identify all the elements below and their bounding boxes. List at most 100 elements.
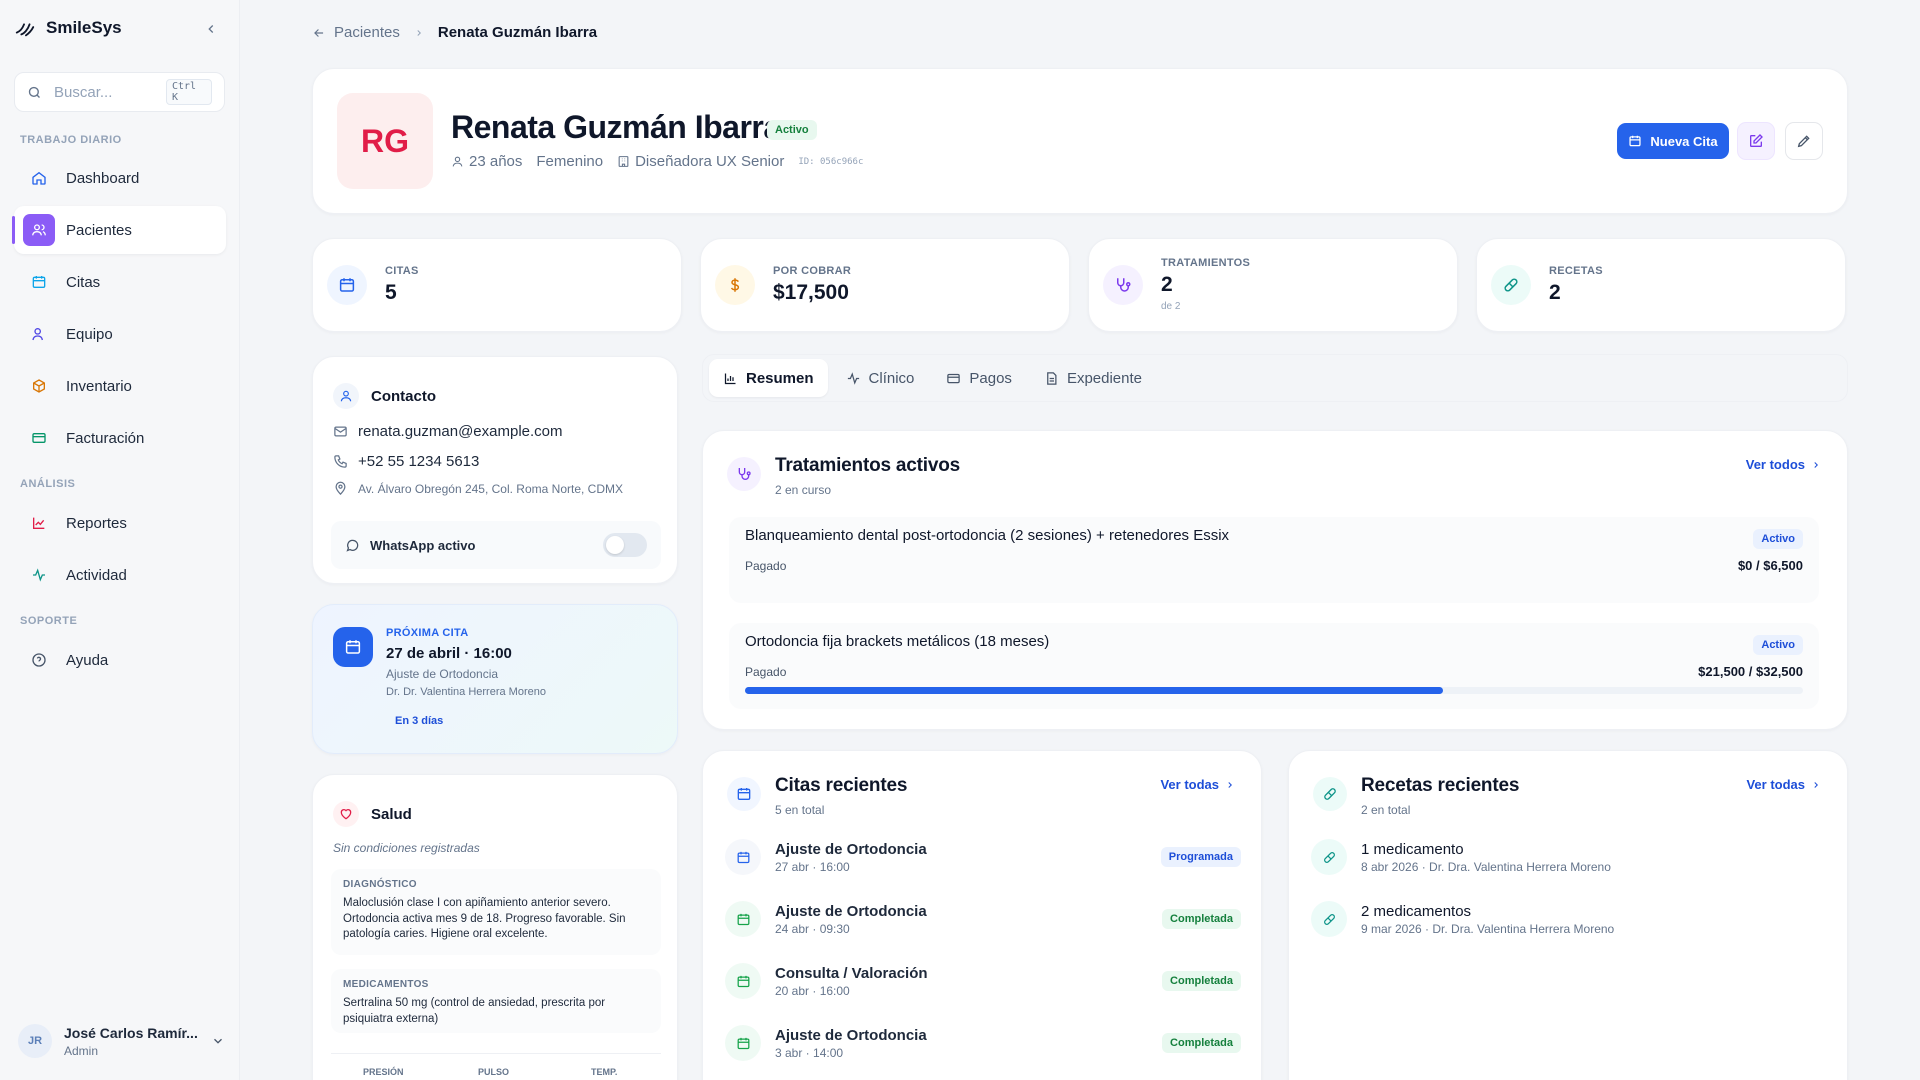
breadcrumb-current: Renata Guzmán Ibarra [437,24,598,41]
whatsapp-toggle[interactable] [603,533,647,557]
tab-resumen[interactable]: Resumen [709,359,828,397]
mail-icon [333,424,348,439]
sidebar-item-ayuda[interactable]: Ayuda [14,636,226,684]
appointment-date: 3 abr · 14:00 [775,1045,844,1060]
view-all-appointments-link[interactable]: Ver todas [1160,777,1235,792]
stat-label: POR COBRAR [773,265,852,277]
recent-appointments-card: Citas recientes 5 en total Ver todas Aju… [702,750,1262,1080]
whatsapp-row: WhatsApp activo [331,521,661,569]
tab-expediente[interactable]: Expediente [1030,359,1156,397]
user-name: José Carlos Ramír... [64,1024,198,1041]
arrow-left-icon[interactable] [312,26,326,40]
patient-gender: Femenino [536,153,604,170]
prescription-row[interactable]: 2 medicamentos 9 mar 2026 · Dr. Dra. Vale… [1311,901,1614,937]
sidebar-item-facturacion[interactable]: Facturación [14,414,226,462]
treatment-item[interactable]: Blanqueamiento dental post-ortodoncia (2… [729,517,1819,603]
sidebar-item-label: Citas [66,273,101,291]
chevron-down-icon[interactable] [210,1033,226,1049]
sidebar-item-inventario[interactable]: Inventario [14,362,226,410]
appointment-status-badge: Completada [1162,971,1241,991]
patient-age-text: 23 años [469,153,523,170]
next-appointment-doctor: Dr. Dr. Valentina Herrera Moreno [386,686,546,698]
building-icon [617,155,630,168]
team-icon [28,323,50,345]
edit-button[interactable] [1785,122,1823,160]
treatments-subtitle: 2 en curso [775,483,832,497]
diagnosis-text: Maloclusión clase I con apiñamiento ante… [343,897,626,941]
diagnosis-label: DIAGNÓSTICO [343,879,417,890]
next-appointment-type: Ajuste de Ortodoncia [386,667,499,681]
active-treatments-card: Tratamientos activos 2 en curso Ver todo… [702,430,1848,730]
box-icon [28,375,50,397]
treatment-item[interactable]: Ortodoncia fija brackets metálicos (18 m… [729,623,1819,709]
search-box[interactable]: Ctrl K [14,72,225,112]
sidebar-item-label: Dashboard [66,169,140,187]
health-header: Salud [333,801,412,827]
patient-occupation-text: Diseñadora UX Senior [635,153,785,170]
appointment-date: 20 abr · 16:00 [775,983,850,998]
chart-line-icon [28,512,50,534]
stat-card-treatments: TRATAMIENTOS 2 de 2 [1088,238,1458,332]
contact-phone[interactable]: +52 55 1234 5613 [333,453,479,470]
next-appointment-card[interactable]: PRÓXIMA CITA 27 de abril · 16:00 Ajuste … [312,604,678,754]
next-appointment-when: 27 de abril · 16:00 [386,645,512,662]
prescription-title: 2 medicamentos [1361,902,1472,920]
tab-clinico[interactable]: Clínico [832,359,929,397]
chevron-left-icon[interactable] [202,20,220,38]
credit-card-icon [28,427,50,449]
prescription-meta: 8 abr 2026 · Dr. Dra. Valentina Herrera … [1361,859,1611,874]
user-role: Admin [64,1043,99,1058]
prescriptions-title: Recetas recientes [1361,775,1520,796]
brand[interactable]: SmileSys [14,16,122,40]
dollar-icon [715,265,755,305]
treatment-status-badge: Activo [1753,635,1803,655]
sidebar-item-dashboard[interactable]: Dashboard [14,154,226,202]
appointment-row[interactable]: Ajuste de Ortodoncia 3 abr · 14:00 Comple… [725,1025,1241,1061]
appointment-title: Ajuste de Ortodoncia [775,902,927,920]
view-all-treatments-link[interactable]: Ver todos [1746,457,1821,472]
next-appointment-countdown: En 3 días [395,715,444,727]
sidebar-item-citas[interactable]: Citas [14,258,226,306]
appointment-title: Ajuste de Ortodoncia [775,1026,927,1044]
sidebar-item-label: Facturación [66,429,145,447]
tab-pagos[interactable]: Pagos [932,359,1026,397]
edit-note-button[interactable] [1737,122,1775,160]
vital-label: PRESIÓN [363,1067,404,1077]
appointments-subtitle: 5 en total [775,803,825,817]
calendar-icon [28,271,50,293]
file-text-icon [1044,371,1059,386]
appointment-status-badge: Completada [1162,1033,1241,1053]
stethoscope-icon [727,457,761,491]
appointment-row[interactable]: Ajuste de Ortodoncia 24 abr · 09:30 Compl… [725,901,1241,937]
stat-card-prescriptions: RECETAS 2 [1476,238,1846,332]
new-appointment-button[interactable]: Nueva Cita [1617,123,1729,159]
view-all-prescriptions-link[interactable]: Ver todas [1746,777,1821,792]
appointment-row[interactable]: Consulta / Valoración 20 abr · 16:00 Comp… [725,963,1241,999]
treatments-title: Tratamientos activos [775,455,961,476]
sidebar-item-actividad[interactable]: Actividad [14,551,226,599]
stat-label: RECETAS [1549,265,1603,277]
tab-label: Clínico [868,369,915,387]
prescription-row[interactable]: 1 medicamento 8 abr 2026 · Dr. Dra. Valen… [1311,839,1611,875]
appointment-status-badge: Programada [1160,847,1241,867]
breadcrumb: Pacientes Renata Guzmán Ibarra [312,24,597,41]
user-menu[interactable]: JR José Carlos Ramír... Admin [14,1016,226,1066]
calendar-icon [725,839,761,875]
appointment-row[interactable]: Ajuste de Ortodoncia 27 abr · 16:00 Progr… [725,839,1241,875]
contact-email[interactable]: renata.guzman@example.com [333,423,563,440]
sidebar-item-reportes[interactable]: Reportes [14,499,226,547]
sidebar-item-label: Ayuda [66,651,109,669]
appointment-status-badge: Completada [1162,909,1241,929]
sidebar-item-label: Reportes [66,514,127,532]
stat-value: $17,500 [773,281,849,304]
treatment-amount: $21,500 / $32,500 [1698,664,1803,679]
section-label-analysis: ANÁLISIS [20,478,76,490]
patient-header: RG Renata Guzmán Ibarra Activo 23 años F… [312,68,1848,214]
treatment-paid-label: Pagado [745,665,787,679]
patient-name: Renata Guzmán Ibarra [451,109,781,145]
sidebar-item-pacientes[interactable]: Pacientes [12,206,226,254]
search-input[interactable] [54,83,154,101]
treatment-name: Blanqueamiento dental post-ortodoncia (2… [745,527,1230,544]
sidebar-item-equipo[interactable]: Equipo [14,310,226,358]
breadcrumb-parent-link[interactable]: Pacientes [334,24,400,41]
